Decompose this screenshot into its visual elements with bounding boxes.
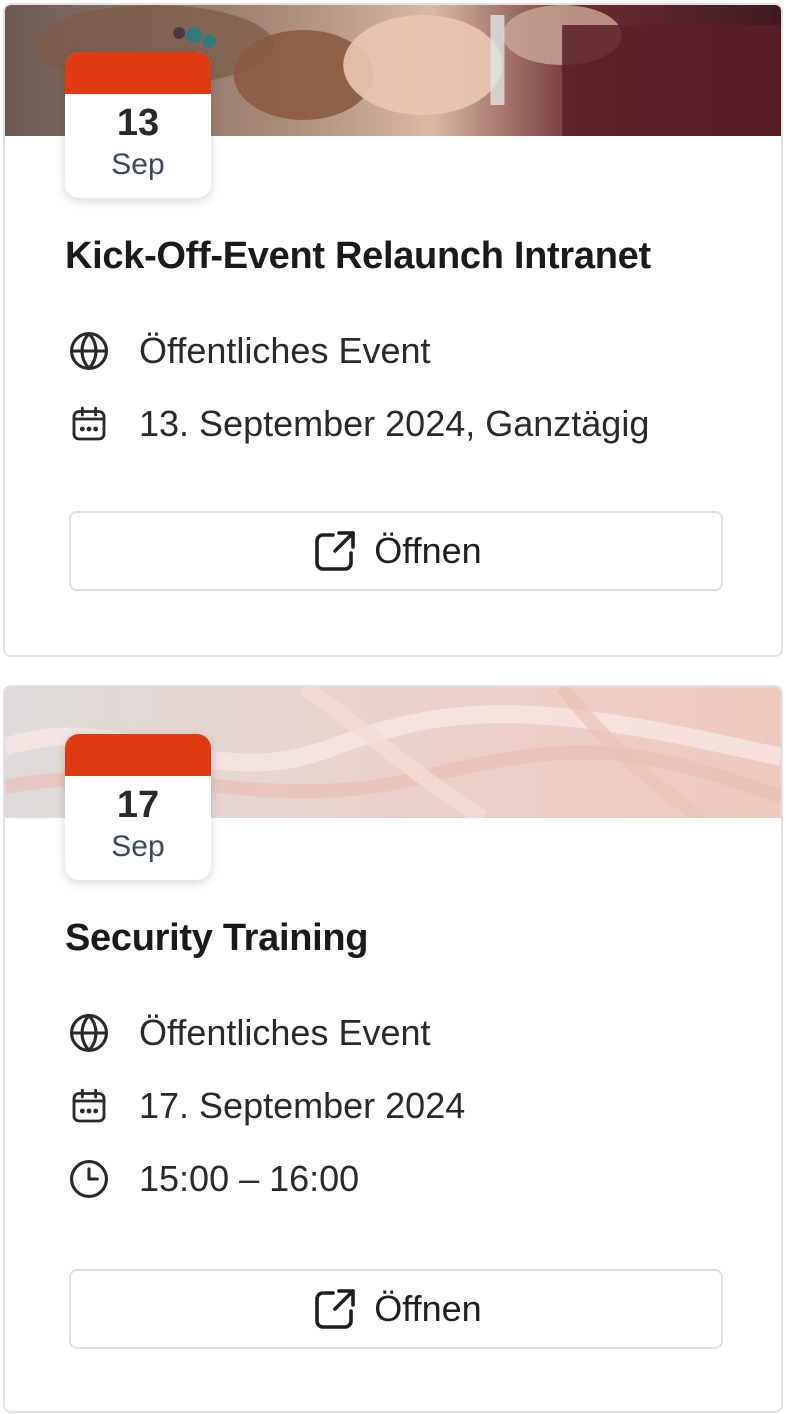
open-event-button[interactable]: Öffnen (69, 1269, 723, 1349)
event-date-label: 17. September 2024 (139, 1085, 466, 1126)
event-time-label: 15:00 – 16:00 (139, 1158, 360, 1199)
event-time: 15:00 – 16:00 (65, 1155, 359, 1203)
event-visibility: Öffentliches Event (65, 327, 431, 375)
clock-icon (65, 1155, 113, 1203)
date-badge-header (65, 734, 211, 776)
date-badge-month: Sep (111, 148, 165, 181)
event-title: Security Training (65, 917, 369, 959)
open-event-button-label: Öffnen (374, 530, 482, 571)
date-badge-day: 17 (116, 784, 160, 826)
open-event-button-label: Öffnen (374, 1288, 482, 1329)
open-event-button[interactable]: Öffnen (69, 511, 723, 591)
event-visibility-label: Öffentliches Event (139, 330, 431, 371)
calendar-icon (65, 400, 113, 448)
event-visibility: Öffentliches Event (65, 1009, 431, 1057)
event-date: 13. September 2024, Ganztägig (65, 400, 649, 448)
date-badge: 13 Sep (65, 52, 211, 198)
event-date: 17. September 2024 (65, 1082, 465, 1130)
external-link-icon (310, 526, 360, 576)
globe-icon (65, 327, 113, 375)
date-badge-day: 13 (116, 102, 160, 144)
event-card-kickoff[interactable]: 13 Sep Kick-Off-Event Relaunch Intranet … (3, 3, 783, 657)
date-badge: 17 Sep (65, 734, 211, 880)
globe-icon (65, 1009, 113, 1057)
date-badge-month: Sep (111, 830, 165, 863)
event-visibility-label: Öffentliches Event (139, 1012, 431, 1053)
calendar-icon (65, 1082, 113, 1130)
event-date-label: 13. September 2024, Ganztägig (139, 403, 650, 444)
external-link-icon (310, 1284, 360, 1334)
date-badge-header (65, 52, 211, 94)
event-title: Kick-Off-Event Relaunch Intranet (65, 235, 651, 277)
event-card-security-training[interactable]: 17 Sep Security Training Öffentliches Ev… (3, 685, 783, 1413)
